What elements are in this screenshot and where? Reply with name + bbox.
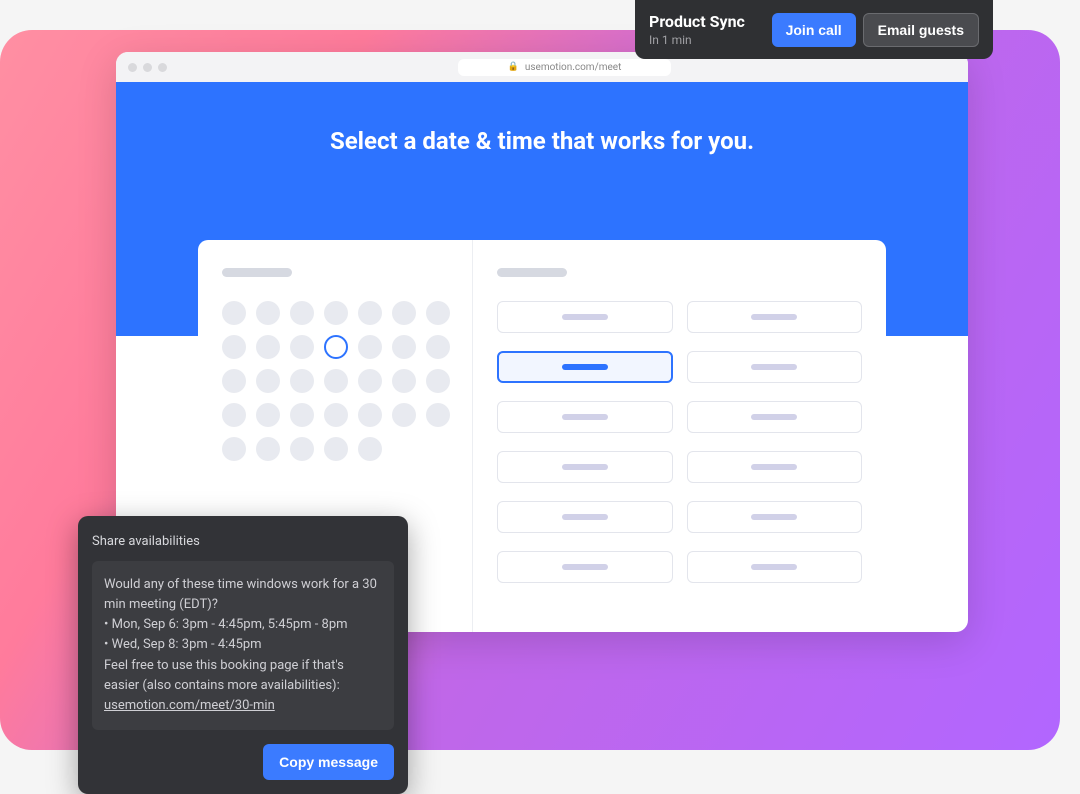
timeslot-option[interactable] — [497, 401, 673, 433]
timeslot-label-skeleton — [562, 314, 608, 320]
traffic-light-minimize[interactable] — [143, 63, 152, 72]
calendar-day[interactable] — [358, 403, 382, 427]
calendar-day[interactable] — [290, 369, 314, 393]
calendar-day[interactable] — [324, 437, 348, 461]
calendar-day[interactable] — [426, 369, 450, 393]
share-booking-link[interactable]: usemotion.com/meet/30-min — [104, 698, 275, 713]
calendar-day[interactable] — [392, 301, 416, 325]
timeslot-panel — [473, 240, 886, 632]
lock-icon: 🔒 — [508, 62, 519, 72]
calendar-day[interactable] — [358, 301, 382, 325]
timeslot-option[interactable] — [497, 501, 673, 533]
calendar-day[interactable] — [392, 369, 416, 393]
month-label-skeleton — [222, 268, 292, 277]
timeslot-option[interactable] — [497, 301, 673, 333]
calendar-day[interactable] — [256, 437, 280, 461]
timeslot-option[interactable] — [687, 301, 863, 333]
email-guests-button[interactable]: Email guests — [863, 13, 979, 47]
timeslot-label-skeleton — [562, 414, 608, 420]
timeslot-option[interactable] — [497, 551, 673, 583]
notification-text: Product Sync In 1 min — [649, 12, 762, 47]
calendar-day[interactable] — [358, 437, 382, 461]
join-call-button[interactable]: Join call — [772, 13, 856, 47]
share-availabilities-popover: Share availabilities Would any of these … — [78, 516, 408, 794]
calendar-day[interactable] — [222, 403, 246, 427]
timeslot-label-skeleton — [751, 364, 797, 370]
meeting-notification: Product Sync In 1 min Join call Email gu… — [635, 0, 993, 59]
calendar-day[interactable] — [256, 403, 280, 427]
calendar-day[interactable] — [222, 369, 246, 393]
timeslot-option[interactable] — [497, 451, 673, 483]
traffic-light-close[interactable] — [128, 63, 137, 72]
calendar-day[interactable] — [392, 335, 416, 359]
calendar-day[interactable] — [426, 301, 450, 325]
calendar-day[interactable] — [392, 403, 416, 427]
notification-subtitle: In 1 min — [649, 33, 762, 47]
calendar-day[interactable] — [290, 335, 314, 359]
share-title: Share availabilities — [92, 534, 394, 549]
timeslot-label-skeleton — [751, 514, 797, 520]
share-bullet-2: • Wed, Sep 8: 3pm - 4:45pm — [104, 635, 382, 655]
calendar-day[interactable] — [290, 301, 314, 325]
timeslot-label-skeleton — [562, 364, 608, 370]
timeslot-label-skeleton — [751, 464, 797, 470]
timeslot-label-skeleton — [562, 464, 608, 470]
timeslot-option[interactable] — [687, 451, 863, 483]
url-bar[interactable]: 🔒 usemotion.com/meet — [458, 59, 672, 76]
share-message-body[interactable]: Would any of these time windows work for… — [92, 561, 394, 730]
share-footer: Copy message — [92, 744, 394, 780]
page-title: Select a date & time that works for you. — [330, 127, 754, 155]
timeslot-grid — [497, 301, 862, 583]
calendar-day[interactable] — [222, 335, 246, 359]
timeslot-label-skeleton — [751, 314, 797, 320]
timeslot-label-skeleton — [562, 564, 608, 570]
calendar-day[interactable] — [256, 369, 280, 393]
notification-title: Product Sync — [649, 12, 762, 31]
calendar-day[interactable] — [290, 403, 314, 427]
timeslot-label-skeleton — [562, 514, 608, 520]
notification-actions: Join call Email guests — [772, 13, 979, 47]
url-text: usemotion.com/meet — [525, 62, 622, 73]
calendar-day[interactable] — [426, 335, 450, 359]
calendar-day[interactable] — [222, 437, 246, 461]
calendar-day[interactable] — [324, 369, 348, 393]
calendar-day[interactable] — [222, 301, 246, 325]
calendar-day[interactable] — [358, 335, 382, 359]
traffic-light-zoom[interactable] — [158, 63, 167, 72]
timeslot-option[interactable] — [687, 401, 863, 433]
share-outro: Feel free to use this booking page if th… — [104, 656, 382, 696]
calendar-day[interactable] — [324, 335, 348, 359]
timeslot-label-skeleton — [751, 564, 797, 570]
share-intro: Would any of these time windows work for… — [104, 575, 382, 615]
timeslot-option[interactable] — [687, 501, 863, 533]
calendar-day[interactable] — [426, 403, 450, 427]
calendar-grid — [222, 301, 448, 461]
calendar-day[interactable] — [324, 403, 348, 427]
timeslot-option[interactable] — [497, 351, 673, 383]
calendar-day[interactable] — [290, 437, 314, 461]
calendar-day[interactable] — [256, 301, 280, 325]
calendar-day[interactable] — [324, 301, 348, 325]
date-label-skeleton — [497, 268, 567, 277]
calendar-day[interactable] — [358, 369, 382, 393]
timeslot-option[interactable] — [687, 551, 863, 583]
copy-message-button[interactable]: Copy message — [263, 744, 394, 780]
timeslot-option[interactable] — [687, 351, 863, 383]
calendar-day[interactable] — [256, 335, 280, 359]
timeslot-label-skeleton — [751, 414, 797, 420]
share-bullet-1: • Mon, Sep 6: 3pm - 4:45pm, 5:45pm - 8pm — [104, 615, 382, 635]
